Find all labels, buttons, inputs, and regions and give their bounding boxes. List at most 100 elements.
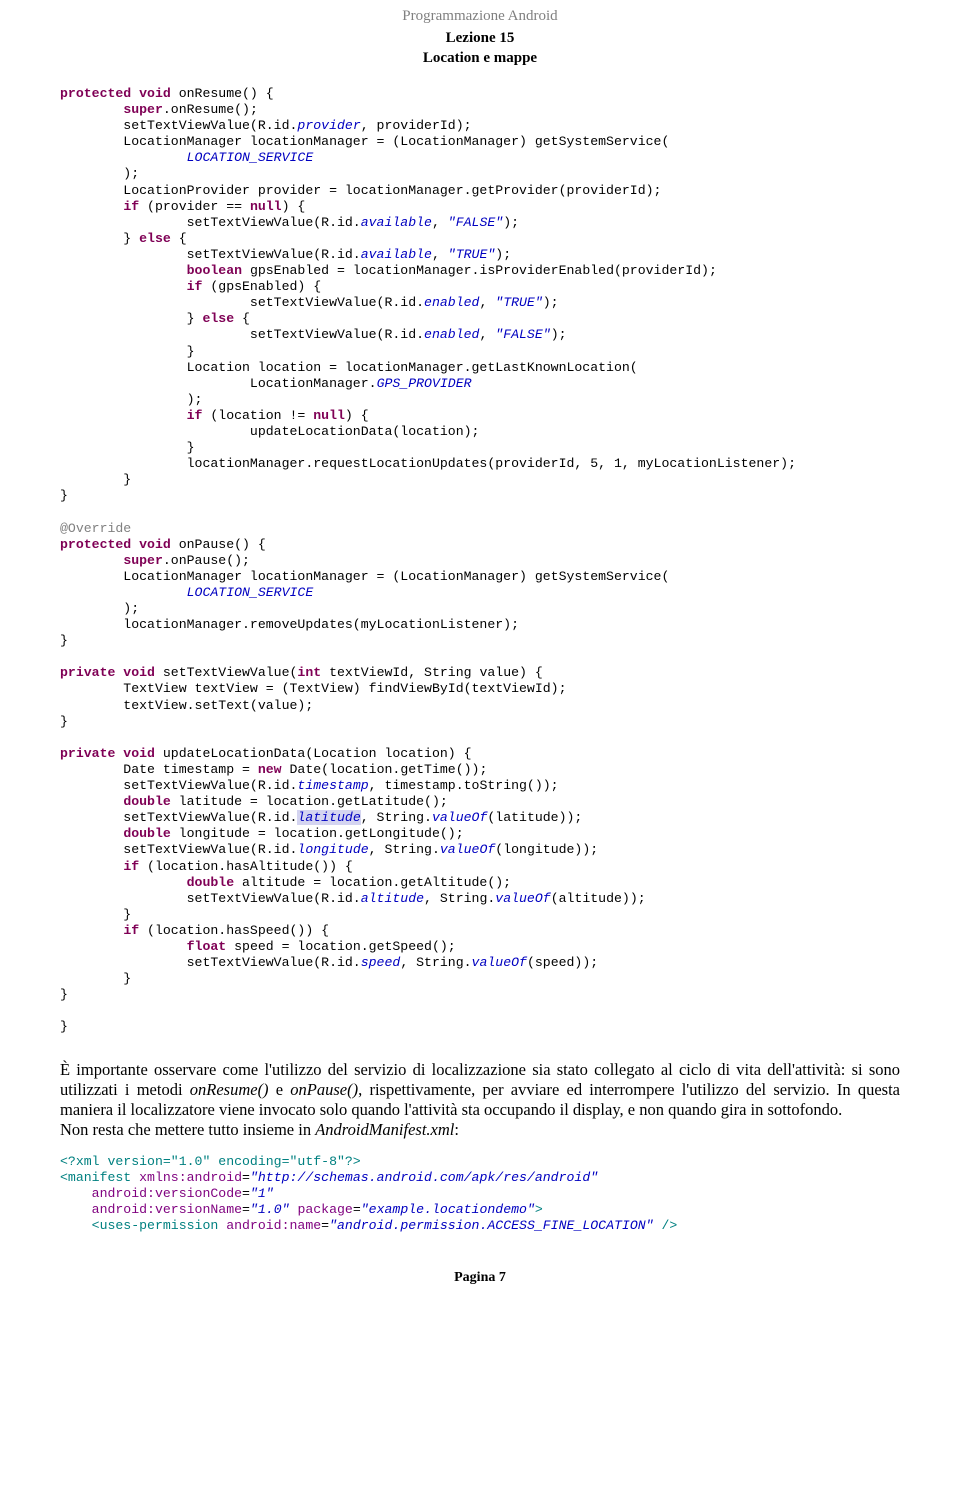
text: :: [454, 1120, 459, 1139]
code: longitude = location.getLongitude();: [171, 826, 464, 841]
code: ,: [479, 327, 495, 342]
xml: >: [535, 1202, 543, 1217]
kw: double: [187, 875, 234, 890]
code: .onResume();: [163, 102, 258, 117]
code: }: [60, 633, 68, 648]
xml: [60, 1202, 92, 1217]
xml: <manifest: [60, 1170, 131, 1185]
string: "TRUE": [495, 295, 542, 310]
code: updateLocationData(location);: [60, 424, 479, 439]
kw: else: [202, 311, 234, 326]
kw: null: [313, 408, 345, 423]
string: "TRUE": [448, 247, 495, 262]
lesson-title: Lezione 15 Location e mappe: [60, 29, 900, 68]
code: {: [234, 311, 250, 326]
code: setTextViewValue(: [155, 665, 297, 680]
code: [60, 859, 123, 874]
code: ) {: [345, 408, 369, 423]
code: [60, 199, 123, 214]
code: (location !=: [202, 408, 313, 423]
code: LocationManager locationManager = (Locat…: [60, 569, 669, 584]
code: [60, 939, 187, 954]
kw: else: [139, 231, 171, 246]
code: (provider ==: [139, 199, 250, 214]
code: setTextViewValue(R.id.: [60, 810, 297, 825]
code: (location.hasSpeed()) {: [139, 923, 329, 938]
code: setTextViewValue(R.id.: [60, 247, 361, 262]
code: , timestamp.toString());: [369, 778, 559, 793]
xmlval: "example.locationdemo": [361, 1202, 535, 1217]
kw: new: [258, 762, 282, 777]
code: );: [60, 392, 202, 407]
body-paragraph: È importante osservare come l'utilizzo d…: [60, 1060, 900, 1141]
java-code-block: protected void onResume() { super.onResu…: [60, 86, 900, 1036]
xmlval: "http://schemas.android.com/apk/res/andr…: [250, 1170, 598, 1185]
document-page: Programmazione Android Lezione 15 Locati…: [0, 0, 960, 1316]
code: (gpsEnabled) {: [202, 279, 321, 294]
series-title: Programmazione Android: [60, 0, 900, 25]
string: "FALSE": [448, 215, 503, 230]
string: "FALSE": [495, 327, 550, 342]
code: }: [60, 987, 68, 1002]
code: }: [60, 231, 139, 246]
field: altitude: [361, 891, 424, 906]
page-number: Pagina 7: [60, 1270, 900, 1286]
xmlattr: package: [290, 1202, 353, 1217]
xmlattr: android:versionName: [92, 1202, 242, 1217]
code: , String.: [361, 810, 432, 825]
code: }: [60, 440, 195, 455]
code: setTextViewValue(R.id.: [60, 215, 361, 230]
code: (speed));: [527, 955, 598, 970]
code: LocationManager locationManager = (Locat…: [60, 134, 669, 149]
code: setTextViewValue(R.id.: [60, 955, 361, 970]
code: locationManager.removeUpdates(myLocation…: [60, 617, 519, 632]
code: (location.hasAltitude()) {: [139, 859, 353, 874]
field: available: [361, 215, 432, 230]
code: textView.setText(value);: [60, 698, 313, 713]
code: [60, 279, 187, 294]
kw: double: [123, 794, 170, 809]
field: provider: [297, 118, 360, 133]
code: [60, 923, 123, 938]
code: [60, 408, 187, 423]
code: );: [543, 295, 559, 310]
xmlval: "1.0": [250, 1202, 290, 1217]
kw: int: [297, 665, 321, 680]
kw: if: [123, 199, 139, 214]
field: latitude: [297, 810, 360, 825]
code: (latitude));: [487, 810, 582, 825]
code: [60, 875, 187, 890]
static: valueOf: [472, 955, 527, 970]
code: }: [60, 472, 131, 487]
code: , String.: [400, 955, 471, 970]
text: Non resta che mettere tutto insieme in: [60, 1120, 315, 1139]
code: locationManager.requestLocationUpdates(p…: [60, 456, 796, 471]
code: speed = location.getSpeed();: [226, 939, 456, 954]
xml-code-block: <?xml version="1.0" encoding="utf-8"?> <…: [60, 1154, 900, 1234]
code: setTextViewValue(R.id.: [60, 778, 297, 793]
italic: onPause(): [290, 1080, 358, 1099]
xml: =: [242, 1186, 250, 1201]
const: LOCATION_SERVICE: [187, 150, 314, 165]
code: setTextViewValue(R.id.: [60, 842, 297, 857]
code: }: [60, 971, 131, 986]
lesson-line2: Location e mappe: [423, 50, 537, 66]
code: TextView textView = (TextView) findViewB…: [60, 681, 566, 696]
code: setTextViewValue(R.id.: [60, 327, 424, 342]
xml: =: [353, 1202, 361, 1217]
text: e: [269, 1080, 291, 1099]
xml: <?xml version="1.0" encoding="utf-8"?>: [60, 1154, 361, 1169]
code: Date timestamp =: [60, 762, 258, 777]
italic: onResume(): [190, 1080, 269, 1099]
xmlattr: android:name: [218, 1218, 321, 1233]
code: setTextViewValue(R.id.: [60, 891, 361, 906]
kw: boolean: [187, 263, 242, 278]
code: , providerId);: [361, 118, 472, 133]
code: LocationProvider provider = locationMana…: [60, 183, 661, 198]
kw: private void: [60, 665, 155, 680]
code: onPause() {: [171, 537, 266, 552]
const: LOCATION_SERVICE: [187, 585, 314, 600]
code: textViewId, String value) {: [321, 665, 543, 680]
code: , String.: [424, 891, 495, 906]
code: [60, 263, 187, 278]
